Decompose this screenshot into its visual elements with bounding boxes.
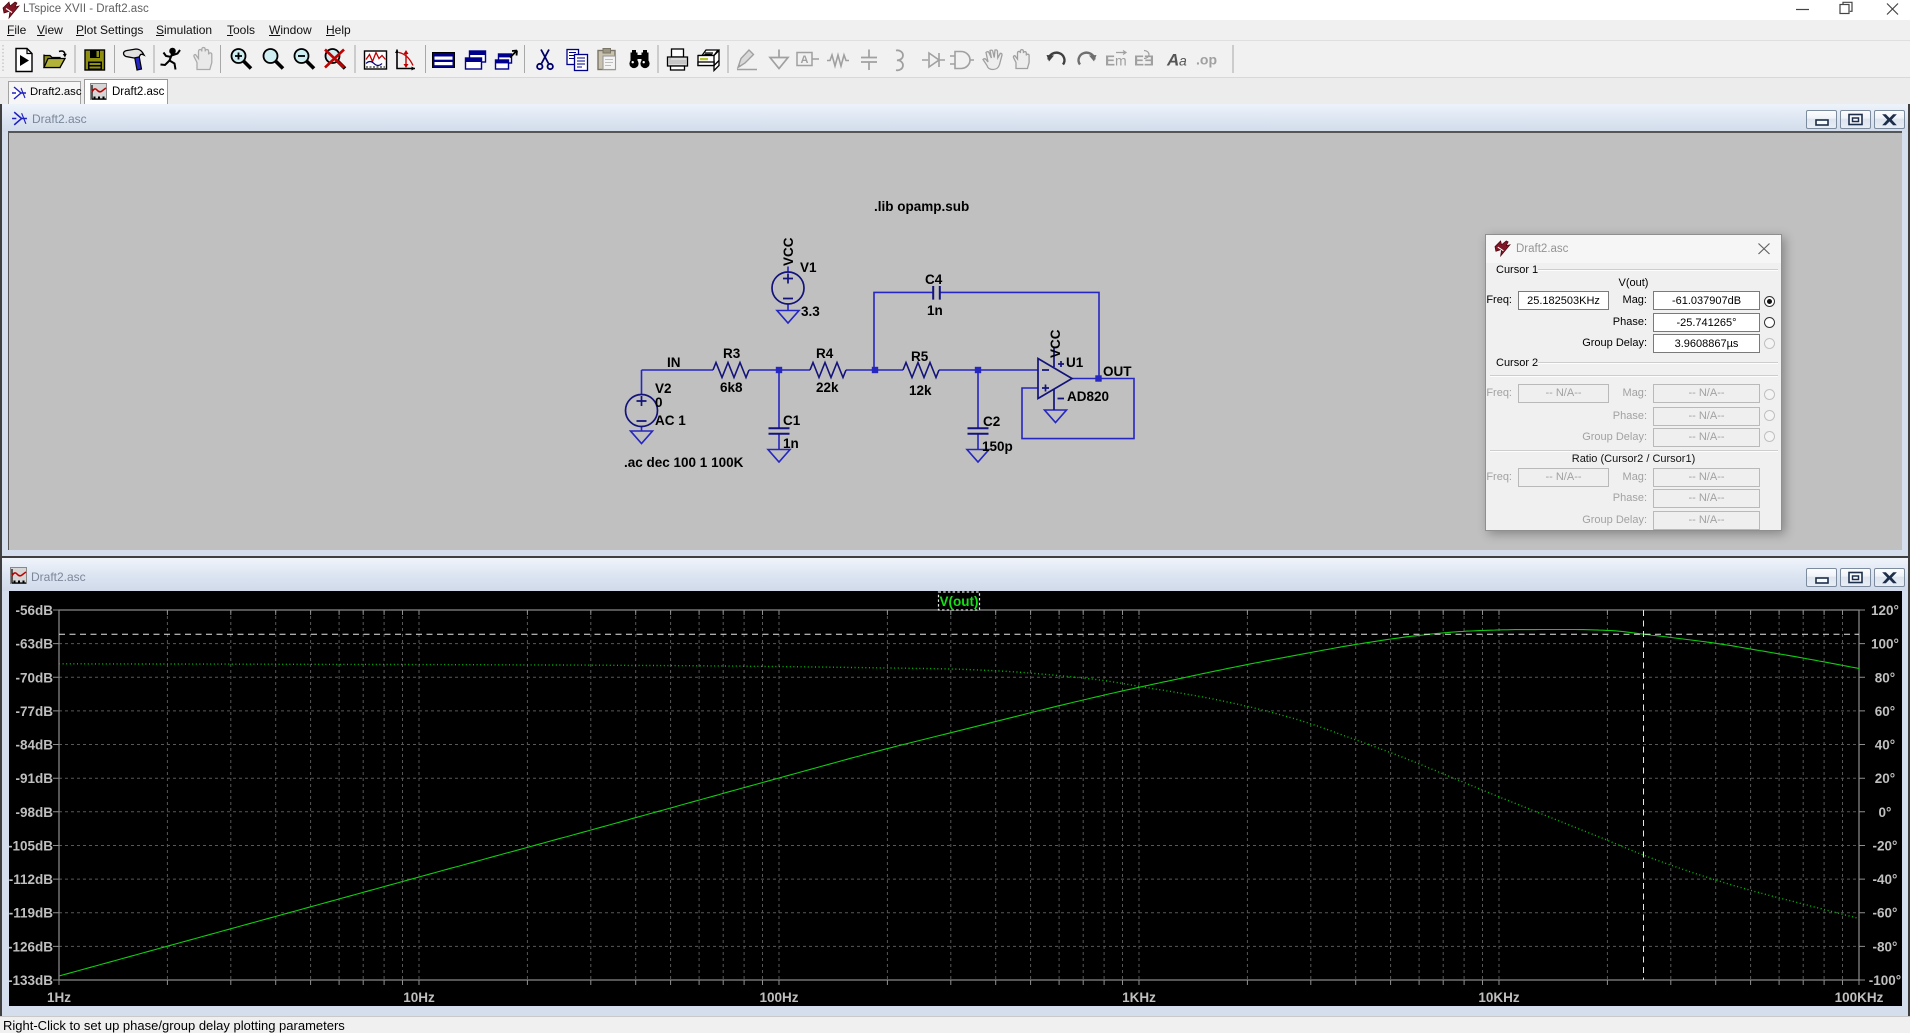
svg-text:10Hz: 10Hz: [403, 990, 435, 1005]
svg-text:6k8: 6k8: [720, 380, 743, 395]
svg-text:.lib opamp.sub: .lib opamp.sub: [874, 199, 969, 214]
svg-text:-60°: -60°: [1873, 906, 1898, 921]
svg-text:V1: V1: [800, 260, 817, 275]
svg-text:VCC: VCC: [1048, 329, 1063, 358]
svg-text:-119dB: -119dB: [9, 906, 53, 921]
svg-text:AD820: AD820: [1067, 389, 1109, 404]
svg-text:a: a: [1179, 53, 1187, 69]
svg-text:E: E: [1105, 53, 1115, 70]
svg-text:20°: 20°: [1875, 771, 1895, 786]
svg-text:60°: 60°: [1875, 704, 1895, 719]
svg-text:-70dB: -70dB: [15, 670, 53, 685]
svg-text:IN: IN: [667, 355, 681, 370]
svg-text:3.3: 3.3: [801, 304, 820, 319]
svg-text:0°: 0°: [1879, 805, 1892, 820]
svg-text:22k: 22k: [816, 380, 839, 395]
svg-text:A: A: [1166, 51, 1179, 70]
svg-text:C4: C4: [925, 272, 943, 287]
svg-text:VCC: VCC: [781, 237, 796, 266]
svg-text:1Hz: 1Hz: [47, 990, 71, 1005]
svg-text:.op: .op: [1196, 52, 1217, 68]
svg-text:40°: 40°: [1875, 738, 1895, 753]
svg-text:-100°: -100°: [1869, 973, 1901, 988]
svg-text:E: E: [1134, 53, 1144, 70]
svg-text:AC 1: AC 1: [655, 413, 686, 428]
svg-text:-112dB: -112dB: [9, 872, 53, 887]
svg-text:V(out): V(out): [940, 594, 979, 609]
svg-text:120°: 120°: [1871, 603, 1899, 618]
svg-text:-98dB: -98dB: [15, 805, 53, 820]
svg-text:100KHz: 100KHz: [1835, 990, 1884, 1005]
svg-text:-133dB: -133dB: [9, 973, 53, 988]
svg-text:-105dB: -105dB: [9, 839, 53, 854]
svg-text:-40°: -40°: [1873, 872, 1898, 887]
svg-text:0: 0: [655, 395, 663, 410]
svg-text:R4: R4: [816, 346, 834, 361]
svg-text:A: A: [801, 54, 809, 66]
svg-text:1n: 1n: [783, 436, 799, 451]
svg-text:1KHz: 1KHz: [1122, 990, 1156, 1005]
svg-text:12k: 12k: [909, 383, 932, 398]
svg-text:-84dB: -84dB: [15, 738, 53, 753]
svg-text:10KHz: 10KHz: [1478, 990, 1520, 1005]
svg-text:m: m: [1115, 53, 1127, 69]
svg-text:-63dB: -63dB: [15, 637, 53, 652]
svg-text:-91dB: -91dB: [15, 771, 53, 786]
svg-text:100°: 100°: [1871, 637, 1899, 652]
svg-text:80°: 80°: [1875, 670, 1895, 685]
svg-text:.ac dec 100 1 100K: .ac dec 100 1 100K: [624, 455, 744, 470]
svg-text:150p: 150p: [982, 439, 1013, 454]
svg-text:-56dB: -56dB: [15, 603, 53, 618]
svg-text:C1: C1: [783, 413, 801, 428]
svg-text:R3: R3: [723, 346, 741, 361]
svg-text:C2: C2: [983, 414, 1000, 429]
svg-text:1n: 1n: [927, 303, 943, 318]
svg-text:-80°: -80°: [1873, 939, 1898, 954]
svg-text:U1: U1: [1066, 355, 1084, 370]
svg-text:R5: R5: [911, 349, 929, 364]
svg-text:-20°: -20°: [1873, 839, 1898, 854]
svg-text:V2: V2: [655, 381, 672, 396]
svg-text:-126dB: -126dB: [9, 939, 53, 954]
svg-text:-77dB: -77dB: [15, 704, 53, 719]
svg-text:OUT: OUT: [1103, 364, 1132, 379]
svg-text:100Hz: 100Hz: [759, 990, 798, 1005]
